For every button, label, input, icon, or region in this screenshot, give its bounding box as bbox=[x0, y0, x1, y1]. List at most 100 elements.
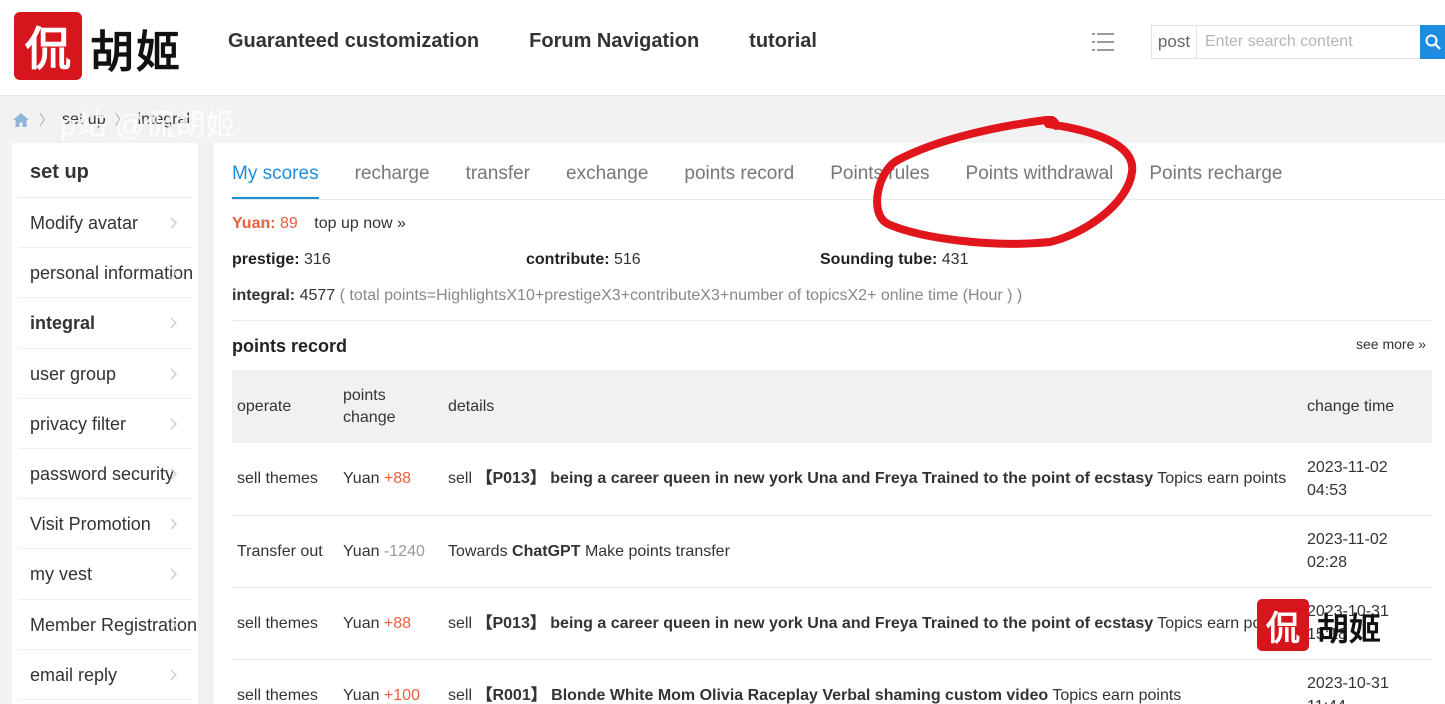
header: 侃 胡姬 Guaranteed customization Forum Navi… bbox=[0, 0, 1445, 96]
search-button[interactable] bbox=[1420, 25, 1445, 59]
cell-details: Towards ChatGPT Make points transfer bbox=[443, 515, 1302, 588]
divider bbox=[232, 320, 1432, 321]
stat-prestige: prestige: 316 bbox=[232, 251, 331, 269]
header-operate: operate bbox=[232, 370, 338, 443]
cell-operate: Transfer out bbox=[232, 515, 338, 588]
search-input[interactable] bbox=[1197, 26, 1419, 58]
tab-points-recharge[interactable]: Points recharge bbox=[1149, 163, 1282, 199]
logo-text: 胡姬 bbox=[90, 27, 182, 78]
sidebar-list: Modify avatar personal information integra… bbox=[18, 198, 198, 700]
table-body: sell themes Yuan +88 sell 【P013】 being a c… bbox=[232, 443, 1432, 704]
tab-divider bbox=[232, 199, 1445, 200]
nav-forum-navigation[interactable]: Forum Navigation bbox=[529, 30, 699, 53]
cell-operate: sell themes bbox=[232, 659, 338, 704]
list-menu-icon[interactable] bbox=[1092, 32, 1114, 52]
change-clock: 11:44 bbox=[1307, 698, 1346, 704]
change-date: 2023-11-02 bbox=[1307, 458, 1388, 476]
table-header-row: operate points change details change time bbox=[232, 370, 1432, 443]
prestige-value: 316 bbox=[304, 251, 331, 268]
change-clock: 02:28 bbox=[1307, 554, 1348, 571]
details-topic-link[interactable]: 【R001】 Blonde White Mom Olivia Raceplay … bbox=[476, 687, 1048, 704]
details-topic-link[interactable]: 【P013】 being a career queen in new york … bbox=[476, 470, 1153, 487]
tab-points-withdrawal[interactable]: Points withdrawal bbox=[966, 163, 1114, 199]
cell-change-time: 2023-10-31 11:44 bbox=[1302, 659, 1432, 704]
yuan-value: 89 bbox=[280, 215, 298, 232]
tab-points-rules[interactable]: Points rules bbox=[830, 163, 929, 199]
sidebar-item-label: Modify avatar bbox=[30, 213, 139, 233]
chevron-right-icon bbox=[170, 619, 177, 630]
table-row: Transfer out Yuan -1240 Towards ChatGPT Ma… bbox=[232, 515, 1432, 588]
points-unit: Yuan bbox=[343, 542, 380, 560]
details-prefix: sell bbox=[448, 686, 473, 704]
stats-row: prestige: 316 contribute: 516 Sounding t… bbox=[232, 251, 1132, 273]
home-icon[interactable] bbox=[12, 112, 30, 128]
sidebar-item-label: privacy filter bbox=[30, 413, 127, 434]
see-more-link[interactable]: see more » bbox=[1356, 336, 1426, 352]
cell-operate: sell themes bbox=[232, 443, 338, 516]
sidebar-item[interactable]: password security bbox=[18, 449, 192, 500]
main-panel: My scores recharge transfer exchange poi… bbox=[214, 143, 1445, 704]
search-type-select[interactable]: post bbox=[1152, 26, 1197, 58]
tab-exchange[interactable]: exchange bbox=[566, 163, 648, 199]
details-topic-link[interactable]: ChatGPT bbox=[512, 543, 580, 560]
sidebar-item[interactable]: Member Registration bbox=[18, 600, 197, 650]
tab-transfer[interactable]: transfer bbox=[466, 163, 530, 199]
breadcrumb-separator: 〉 bbox=[114, 112, 129, 128]
cell-points-change: Yuan +88 bbox=[338, 587, 443, 660]
sidebar-item[interactable]: integral bbox=[18, 298, 192, 349]
points-amount: -1240 bbox=[383, 542, 425, 560]
nav-tutorial[interactable]: tutorial bbox=[749, 30, 817, 53]
contribute-label: contribute: bbox=[526, 251, 610, 268]
table-row: sell themes Yuan +100 sell 【R001】 Blonde W… bbox=[232, 659, 1432, 704]
tab-my-scores[interactable]: My scores bbox=[232, 163, 319, 199]
search-bar: post bbox=[1151, 25, 1445, 59]
site-logo[interactable]: 侃 胡姬 bbox=[14, 12, 190, 80]
tab-recharge[interactable]: recharge bbox=[355, 163, 430, 199]
sidebar-item-label: integral bbox=[30, 313, 96, 334]
integral-value: 4577 bbox=[299, 287, 336, 304]
sidebar-item[interactable]: Visit Promotion bbox=[18, 499, 192, 550]
nav-guaranteed-customization[interactable]: Guaranteed customization bbox=[228, 30, 479, 53]
header-change-time: change time bbox=[1302, 370, 1432, 443]
sidebar-item-label: Visit Promotion bbox=[30, 514, 151, 535]
details-topic-link[interactable]: 【P013】 being a career queen in new york … bbox=[476, 615, 1153, 632]
cell-details: sell 【R001】 Blonde White Mom Olivia Race… bbox=[443, 659, 1302, 704]
contribute-value: 516 bbox=[614, 251, 641, 268]
header-points-change: points change bbox=[338, 370, 443, 443]
details-suffix: Topics earn points bbox=[1157, 470, 1287, 488]
points-unit: Yuan bbox=[343, 470, 380, 488]
sidebar-item-label: email reply bbox=[30, 664, 118, 685]
chevron-right-icon bbox=[170, 568, 177, 580]
top-nav: Guaranteed customization Forum Navigatio… bbox=[228, 30, 817, 53]
sidebar-item[interactable]: Modify avatar bbox=[18, 198, 192, 249]
top-up-link[interactable]: top up now » bbox=[314, 215, 406, 232]
breadcrumb-set-up[interactable]: set up bbox=[62, 111, 106, 129]
change-clock: 15:18 bbox=[1307, 626, 1348, 643]
sidebar-item[interactable]: email reply bbox=[18, 650, 192, 700]
sidebar-item[interactable]: privacy filter bbox=[18, 399, 192, 449]
tab-points-record[interactable]: points record bbox=[684, 163, 794, 199]
breadcrumb-integral[interactable]: integral bbox=[138, 111, 190, 129]
points-record-title: points record bbox=[232, 336, 348, 356]
sidebar-item-label: personal information bbox=[30, 263, 194, 284]
stat-sounding-tube: Sounding tube: 431 bbox=[820, 251, 968, 269]
logo-mark: 侃 bbox=[14, 12, 82, 80]
chevron-right-icon bbox=[170, 368, 177, 380]
breadcrumb-separator: 〉 bbox=[39, 112, 53, 128]
sidebar-item[interactable]: my vest bbox=[18, 549, 192, 600]
sidebar-item-label: user group bbox=[30, 363, 117, 384]
sidebar-item-label: my vest bbox=[30, 564, 93, 585]
cell-points-change: Yuan +88 bbox=[338, 443, 443, 516]
points-unit: Yuan bbox=[343, 686, 380, 704]
yuan-balance: Yuan: 89 top up now » bbox=[232, 215, 406, 233]
sidebar-item[interactable]: user group bbox=[18, 349, 192, 399]
change-date: 2023-11-02 bbox=[1307, 531, 1388, 548]
details-prefix: sell bbox=[448, 614, 473, 632]
sidebar-item[interactable]: personal information bbox=[18, 248, 194, 299]
yuan-label: Yuan: bbox=[232, 215, 276, 232]
tab-bar: My scores recharge transfer exchange poi… bbox=[232, 163, 1282, 199]
chevron-right-icon bbox=[170, 468, 177, 480]
chevron-right-icon bbox=[170, 669, 177, 681]
points-unit: Yuan bbox=[343, 614, 380, 632]
prestige-label: prestige: bbox=[232, 251, 300, 268]
